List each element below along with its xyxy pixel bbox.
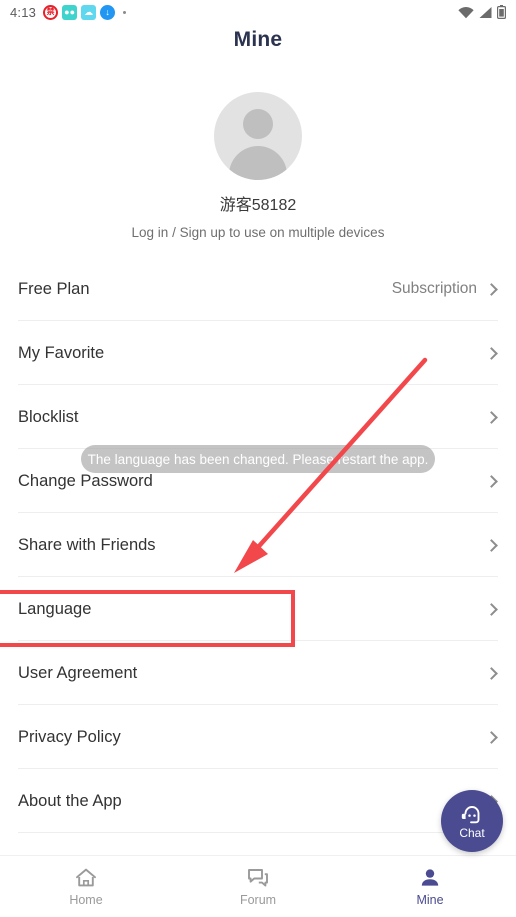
menu-row-right <box>485 666 498 680</box>
settings-menu-list: Free Plan Subscription My Favorite Blocklis… <box>0 257 516 833</box>
menu-row-free-plan[interactable]: Free Plan Subscription <box>0 257 516 321</box>
chevron-right-icon <box>485 474 498 488</box>
car-app-icon: ●● <box>62 4 78 20</box>
notification-overflow-dot <box>123 10 127 14</box>
menu-row-label: Free Plan <box>18 279 90 298</box>
menu-row-blocklist[interactable]: Blocklist <box>0 385 516 449</box>
row-divider <box>18 832 498 833</box>
page-title: Mine <box>233 28 283 51</box>
chevron-right-icon <box>485 666 498 680</box>
profile-section: 游客58182 Log in / Sign up to use on multi… <box>0 92 516 240</box>
menu-row-privacy-policy[interactable]: Privacy Policy <box>0 705 516 769</box>
nav-item-home[interactable]: Home <box>0 856 172 917</box>
menu-row-right <box>485 474 498 488</box>
download-icon: ↓ <box>100 4 116 20</box>
blocked-circle-icon: 禁 <box>43 4 59 20</box>
menu-row-share-with-friends[interactable]: Share with Friends <box>0 513 516 577</box>
chevron-right-icon <box>485 346 498 360</box>
menu-row-my-favorite[interactable]: My Favorite <box>0 321 516 385</box>
menu-row-about-the-app[interactable]: About the App <box>0 769 516 833</box>
battery-icon <box>497 5 506 19</box>
menu-row-label: Language <box>18 599 92 618</box>
toast-message: The language has been changed. Please re… <box>81 445 435 473</box>
login-signup-prompt[interactable]: Log in / Sign up to use on multiple devi… <box>0 225 516 240</box>
username: 游客58182 <box>219 197 297 214</box>
chevron-right-icon <box>485 538 498 552</box>
chevron-right-icon <box>485 282 498 296</box>
chat-fab-button[interactable]: Chat <box>441 790 503 852</box>
nav-label-home: Home <box>69 892 103 907</box>
menu-row-label: User Agreement <box>18 663 138 682</box>
wifi-icon <box>458 6 474 18</box>
menu-row-right <box>485 410 498 424</box>
menu-row-label: Share with Friends <box>18 535 156 554</box>
nav-label-mine: Mine <box>416 892 444 907</box>
chevron-right-icon <box>485 730 498 744</box>
avatar[interactable] <box>214 92 302 180</box>
nav-item-mine[interactable]: Mine <box>344 856 516 917</box>
person-icon <box>421 868 439 886</box>
menu-row-label: My Favorite <box>18 343 105 362</box>
chat-fab-label: Chat <box>459 825 485 840</box>
menu-row-language[interactable]: Language <box>0 577 516 641</box>
nav-label-forum: Forum <box>239 892 277 907</box>
status-time: 4:13 <box>10 4 37 20</box>
menu-row-right <box>485 730 498 744</box>
status-system-icons <box>458 5 506 19</box>
menu-row-right <box>485 538 498 552</box>
cloud-app-icon: ☁ <box>81 4 97 20</box>
cellular-signal-icon <box>479 6 492 18</box>
menu-row-value: Subscription <box>391 280 477 297</box>
avatar-body-shape <box>229 146 287 180</box>
robot-chat-icon <box>461 805 480 823</box>
menu-row-label: About the App <box>18 791 122 810</box>
menu-row-right: Subscription <box>392 280 498 298</box>
forum-icon <box>248 868 268 887</box>
menu-row-label: Privacy Policy <box>18 727 121 746</box>
chevron-right-icon <box>485 410 498 424</box>
menu-row-right <box>485 346 498 360</box>
mobile-screen: 4:13 禁 ●● ☁ ↓ Mine 游客58182 Log in / Sign… <box>0 0 516 917</box>
bottom-navigation-bar: Home Forum Mine <box>0 855 516 917</box>
menu-row-label: Blocklist <box>18 407 79 426</box>
nav-item-forum[interactable]: Forum <box>172 856 344 917</box>
home-icon <box>76 868 96 886</box>
avatar-head-shape <box>243 109 273 139</box>
menu-row-right <box>485 602 498 616</box>
menu-row-user-agreement[interactable]: User Agreement <box>0 641 516 705</box>
status-bar: 4:13 禁 ●● ☁ ↓ <box>0 0 516 24</box>
menu-row-label: Change Password <box>18 471 153 490</box>
chevron-right-icon <box>485 602 498 616</box>
